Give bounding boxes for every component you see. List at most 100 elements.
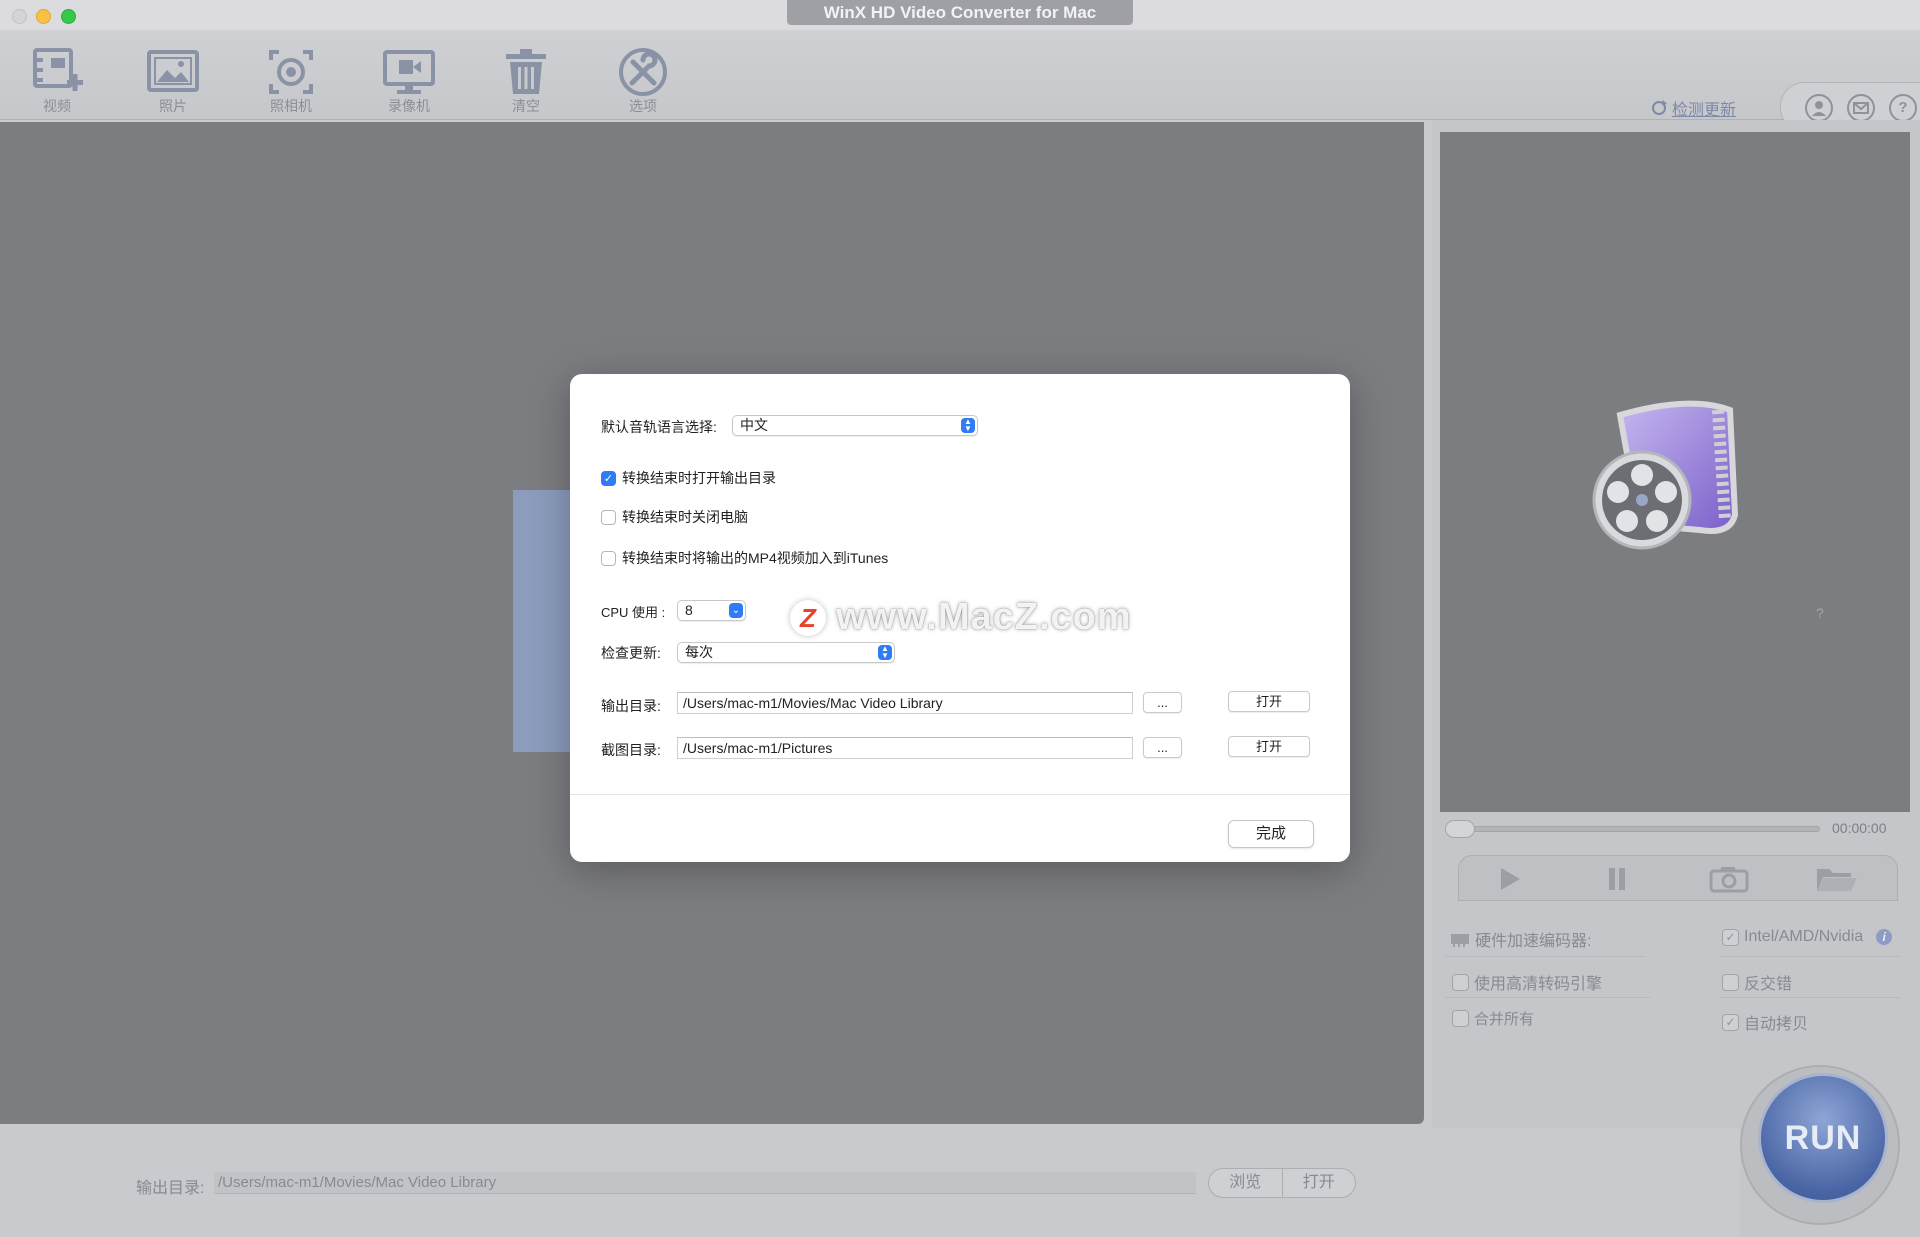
hq-engine-checkbox[interactable] bbox=[1452, 973, 1469, 991]
watermark: Z www.MacZ.com bbox=[790, 596, 1132, 639]
snapshot-dir-input[interactable]: /Users/mac-m1/Pictures bbox=[677, 737, 1133, 759]
intel-amd-nvidia-option[interactable]: ✓ Intel/AMD/Nvidia i bbox=[1722, 928, 1893, 946]
run-button[interactable]: RUN bbox=[1758, 1073, 1888, 1203]
itunes-checkbox[interactable] bbox=[601, 550, 616, 566]
user-icon[interactable] bbox=[1805, 94, 1833, 122]
open-output-option[interactable]: ✓ 转换结束时打开输出目录 bbox=[601, 468, 776, 488]
camera-icon bbox=[269, 50, 313, 94]
window-minimize-button[interactable] bbox=[36, 9, 51, 24]
toolbar: 视频 照片 照相机 录像机 清空 选项 检测更新 ? bbox=[0, 30, 1920, 132]
title-bar: WinX HD Video Converter for Mac bbox=[0, 0, 1920, 30]
check-update-value: 每次 bbox=[685, 644, 713, 660]
info-icon[interactable]: i bbox=[1876, 929, 1893, 945]
auto-copy-checkbox[interactable]: ✓ bbox=[1722, 1013, 1739, 1031]
cpu-label: CPU 使用 : bbox=[601, 605, 666, 620]
window-close-button[interactable] bbox=[12, 9, 27, 24]
cpu-value: 8 bbox=[685, 602, 693, 618]
merge-all-label: 合并所有 bbox=[1474, 1011, 1535, 1028]
open-output-label: 转换结束时打开输出目录 bbox=[622, 470, 776, 486]
toolbar-label-clear: 清空 bbox=[512, 98, 540, 114]
open-output-button[interactable]: 打开 bbox=[1283, 1169, 1356, 1197]
audio-lang-select[interactable]: 中文 ▲ ▼ bbox=[732, 415, 978, 436]
deinterlace-label: 反交错 bbox=[1744, 976, 1793, 993]
toolbar-label-recorder: 录像机 bbox=[388, 98, 430, 114]
toolbar-label-photo: 照片 bbox=[159, 98, 187, 114]
cpu-select[interactable]: 8 ⌄ bbox=[677, 600, 746, 621]
shutdown-label: 转换结束时关闭电脑 bbox=[622, 509, 748, 525]
hq-engine-option[interactable]: 使用高清转码引擎 bbox=[1452, 970, 1602, 994]
film-reel-icon bbox=[1592, 400, 1739, 550]
drop-placeholder bbox=[513, 490, 573, 752]
select-stepper-icon: ▲ ▼ bbox=[961, 418, 975, 433]
clear-button[interactable]: 清空 bbox=[481, 44, 571, 116]
dialog-divider bbox=[570, 794, 1350, 795]
divider bbox=[1445, 956, 1645, 957]
check-update-select[interactable]: 每次 ▲ ▼ bbox=[677, 642, 895, 663]
snapshot-dir-label: 截图目录: bbox=[601, 742, 661, 758]
toolbar-label-camera: 照相机 bbox=[270, 98, 312, 114]
open-folder-button[interactable] bbox=[1789, 860, 1885, 898]
auto-copy-label: 自动拷贝 bbox=[1744, 1016, 1809, 1033]
window-zoom-button[interactable] bbox=[61, 9, 76, 24]
screen-recorder-icon bbox=[383, 50, 435, 94]
play-button[interactable] bbox=[1461, 860, 1557, 898]
select-stepper-icon: ▲ ▼ bbox=[878, 645, 892, 660]
add-photo-button[interactable]: 照片 bbox=[128, 44, 218, 116]
time-display: 00:00:00 bbox=[1832, 820, 1887, 836]
output-dir-field[interactable]: /Users/mac-m1/Movies/Mac Video Library bbox=[214, 1172, 1196, 1194]
play-icon bbox=[1501, 868, 1520, 890]
snapshot-button[interactable] bbox=[1681, 860, 1777, 898]
hw-accel-label: 硬件加速编码器: bbox=[1475, 933, 1592, 950]
output-dir-label: 输出目录: bbox=[136, 1180, 205, 1197]
screen-recorder-button[interactable]: 录像机 bbox=[364, 44, 454, 116]
browse-button[interactable]: 浏览 bbox=[1209, 1169, 1283, 1197]
trash-icon bbox=[506, 49, 546, 94]
help-icon[interactable]: ? bbox=[1889, 94, 1917, 122]
camera-button[interactable]: 照相机 bbox=[246, 44, 336, 116]
output-dir-label: 输出目录: bbox=[601, 698, 661, 714]
check-update-label: 检查更新: bbox=[601, 645, 661, 661]
itunes-option[interactable]: 转换结束时将输出的MP4视频加入到iTunes bbox=[601, 548, 888, 568]
merge-all-checkbox[interactable] bbox=[1452, 1010, 1469, 1027]
auto-copy-option[interactable]: ✓ 自动拷贝 bbox=[1722, 1010, 1808, 1034]
divider bbox=[1720, 956, 1900, 957]
done-button[interactable]: 完成 bbox=[1228, 820, 1314, 848]
intel-label: Intel/AMD/Nvidia bbox=[1744, 928, 1864, 945]
mail-icon[interactable] bbox=[1847, 94, 1875, 122]
output-dir-browse-button[interactable]: ... bbox=[1143, 692, 1182, 713]
preview-question-mark: ? bbox=[1816, 605, 1824, 621]
divider bbox=[1720, 997, 1900, 998]
hw-accel-option: 硬件加速编码器: bbox=[1450, 927, 1591, 951]
shutdown-checkbox[interactable] bbox=[601, 509, 616, 525]
snapshot-dir-browse-button[interactable]: ... bbox=[1143, 737, 1182, 758]
output-dir-input[interactable]: /Users/mac-m1/Movies/Mac Video Library bbox=[677, 692, 1133, 714]
open-folder-icon bbox=[1817, 869, 1857, 891]
audio-lang-value: 中文 bbox=[740, 417, 768, 433]
hq-engine-label: 使用高清转码引擎 bbox=[1474, 976, 1603, 993]
intel-checkbox[interactable]: ✓ bbox=[1722, 928, 1739, 946]
deinterlace-option[interactable]: 反交错 bbox=[1722, 970, 1792, 994]
window-title: WinX HD Video Converter for Mac bbox=[787, 0, 1133, 25]
output-dir-buttons: 浏览 打开 bbox=[1208, 1168, 1356, 1198]
add-video-icon bbox=[33, 48, 83, 91]
deinterlace-checkbox[interactable] bbox=[1722, 973, 1739, 991]
seek-track[interactable] bbox=[1445, 826, 1820, 832]
photo-icon bbox=[147, 50, 199, 92]
chip-icon bbox=[1451, 934, 1469, 947]
output-dir-open-button[interactable]: 打开 bbox=[1228, 691, 1310, 712]
seek-handle[interactable] bbox=[1445, 820, 1475, 838]
add-video-button[interactable]: 视频 bbox=[12, 44, 102, 116]
snapshot-icon bbox=[1709, 867, 1749, 893]
check-update-link[interactable]: 检测更新 bbox=[1650, 96, 1736, 120]
toolbar-label-video: 视频 bbox=[43, 98, 71, 114]
snapshot-dir-open-button[interactable]: 打开 bbox=[1228, 736, 1310, 757]
merge-all-option[interactable]: 合并所有 bbox=[1452, 1008, 1534, 1029]
open-output-checkbox[interactable]: ✓ bbox=[601, 470, 616, 486]
watermark-logo: Z bbox=[790, 599, 826, 636]
chevron-down-icon: ⌄ bbox=[729, 603, 743, 618]
options-button[interactable]: 选项 bbox=[598, 44, 688, 116]
pause-button[interactable] bbox=[1569, 860, 1665, 898]
refresh-icon bbox=[1652, 100, 1667, 115]
watermark-text: www.MacZ.com bbox=[836, 596, 1132, 638]
shutdown-option[interactable]: 转换结束时关闭电脑 bbox=[601, 507, 748, 527]
